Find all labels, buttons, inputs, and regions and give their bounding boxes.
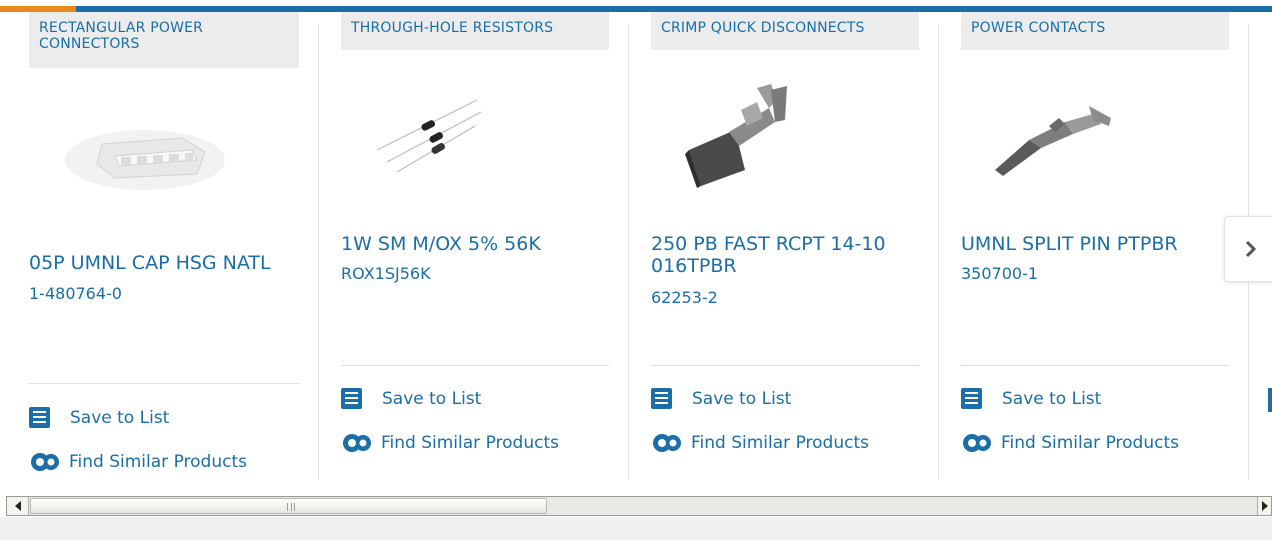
arrow-left-icon: [14, 501, 21, 511]
find-similar-label: Find Similar Products: [381, 433, 559, 453]
footer-strip: [0, 517, 1272, 540]
chevron-right-icon: [1245, 240, 1257, 258]
scroll-right-button[interactable]: [1257, 497, 1271, 515]
list-check-icon: [341, 388, 362, 409]
list-check-icon: [961, 388, 982, 409]
scrollbar-thumb[interactable]: [30, 498, 547, 514]
save-to-list-label: Save to List: [382, 388, 482, 409]
category-tag[interactable]: POWER CONTACTS: [961, 12, 1229, 50]
category-label: RECTANGULAR POWER CONNECTORS: [39, 20, 204, 52]
product-title[interactable]: 1W SM M/OX 5% 56K: [341, 233, 609, 255]
divider: [651, 365, 919, 366]
category-label: POWER CONTACTS: [971, 20, 1106, 36]
similar-gears-icon: [31, 453, 59, 471]
category-tag[interactable]: RECTANGULAR POWER CONNECTORS: [29, 12, 299, 68]
part-number[interactable]: 1-480764-0: [29, 284, 122, 304]
similar-gears-icon: [343, 434, 371, 452]
save-to-list-button[interactable]: Save to List: [29, 407, 169, 428]
divider: [961, 365, 1229, 366]
category-label: THROUGH-HOLE RESISTORS: [351, 20, 554, 36]
product-title[interactable]: UMNL SPLIT PIN PTPBR: [961, 233, 1229, 255]
part-number[interactable]: ROX1SJ56K: [341, 264, 431, 284]
card-separator: [318, 24, 319, 480]
list-check-icon: [29, 407, 50, 428]
scroll-left-button[interactable]: [7, 497, 29, 515]
save-to-list-label: Save to List: [70, 407, 170, 428]
category-tag[interactable]: CRIMP QUICK DISCONNECTS: [651, 12, 919, 50]
product-card: RECTANGULAR POWER CONNECTORS 05P UMNL CA…: [29, 12, 299, 472]
part-number[interactable]: 350700-1: [961, 264, 1038, 284]
find-similar-label: Find Similar Products: [69, 452, 247, 472]
carousel-next-button[interactable]: [1224, 216, 1272, 282]
find-similar-label: Find Similar Products: [1001, 433, 1179, 453]
card-separator: [938, 24, 939, 480]
product-card: POWER CONTACTS UMNL SPLIT PIN PTPBR 3507…: [961, 12, 1229, 472]
connector-housing-icon[interactable]: [57, 112, 232, 202]
category-tag[interactable]: THROUGH-HOLE RESISTORS: [341, 12, 609, 50]
arrow-right-icon: [1261, 501, 1268, 511]
divider: [341, 365, 609, 366]
find-similar-button[interactable]: Find Similar Products: [29, 450, 247, 474]
save-to-list-button[interactable]: Save to List: [341, 388, 481, 409]
save-to-list-button[interactable]: Save to List: [961, 388, 1101, 409]
product-card: THROUGH-HOLE RESISTORS 1W SM M/OX 5% 56K…: [341, 12, 609, 472]
divider: [29, 383, 299, 384]
find-similar-button[interactable]: Find Similar Products: [651, 431, 869, 455]
next-card-save-icon-edge: [1268, 388, 1272, 412]
save-to-list-label: Save to List: [692, 388, 792, 409]
list-check-icon: [651, 388, 672, 409]
similar-gears-icon: [963, 434, 991, 452]
product-title[interactable]: 250 PB FAST RCPT 14-10 016TPBR: [651, 233, 919, 277]
product-card: CRIMP QUICK DISCONNECTS 250 PB FAST RCPT…: [651, 12, 919, 472]
save-to-list-label: Save to List: [1002, 388, 1102, 409]
find-similar-label: Find Similar Products: [691, 433, 869, 453]
product-carousel: RECTANGULAR POWER CONNECTORS 05P UMNL CA…: [0, 12, 1272, 484]
scrollbar-grip: [287, 503, 295, 511]
top-accent-bar: [0, 0, 1272, 12]
find-similar-button[interactable]: Find Similar Products: [961, 431, 1179, 455]
pin-contact-icon[interactable]: [989, 100, 1119, 180]
similar-gears-icon: [653, 434, 681, 452]
card-separator: [628, 24, 629, 480]
save-to-list-button[interactable]: Save to List: [651, 388, 791, 409]
resistor-icon[interactable]: [369, 90, 489, 180]
part-number[interactable]: 62253-2: [651, 288, 718, 308]
horizontal-scrollbar[interactable]: [6, 496, 1272, 516]
product-title[interactable]: 05P UMNL CAP HSG NATL: [29, 252, 299, 274]
find-similar-button[interactable]: Find Similar Products: [341, 431, 559, 455]
category-label: CRIMP QUICK DISCONNECTS: [661, 20, 865, 36]
crimp-terminal-icon[interactable]: [679, 80, 799, 192]
